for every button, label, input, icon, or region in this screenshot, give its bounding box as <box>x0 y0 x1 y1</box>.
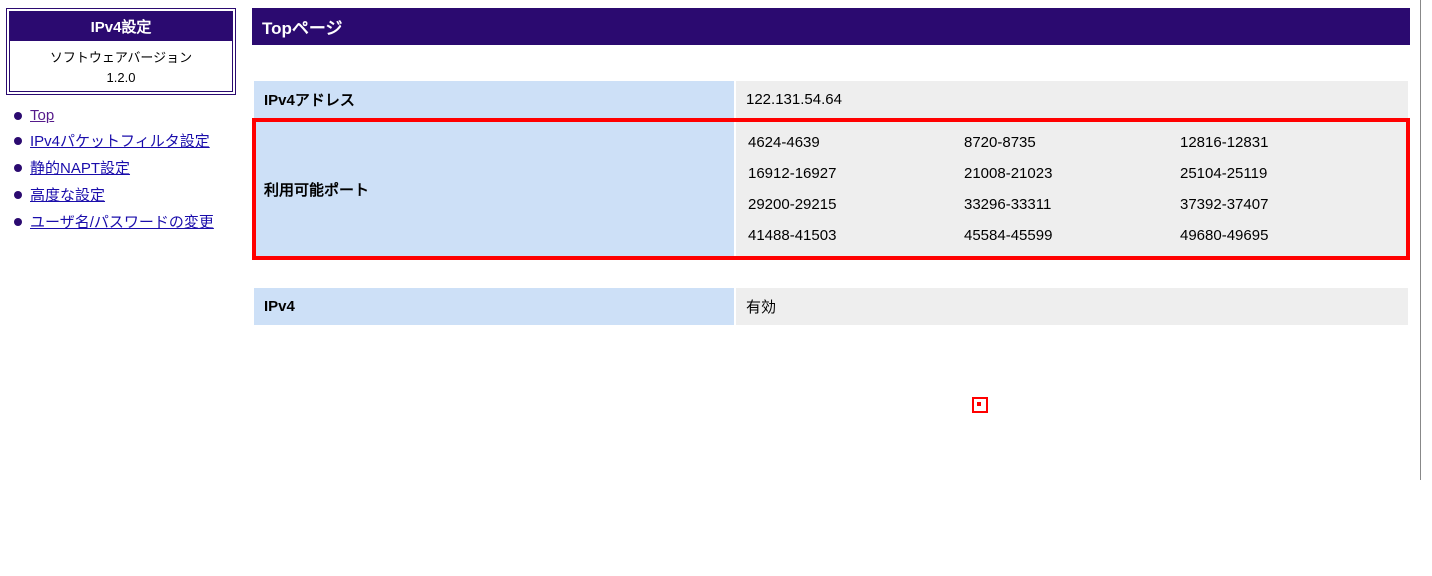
bullet-icon <box>14 191 22 199</box>
ipv4-status-label: IPv4 <box>254 288 734 325</box>
available-ports-label: 利用可能ポート <box>254 120 734 258</box>
bullet-icon <box>14 218 22 226</box>
ports-grid: 4624-4639 8720-8735 12816-12831 16912-16… <box>746 128 1398 250</box>
software-version-label: ソフトウェアバージョン <box>10 47 232 66</box>
nav-item-advanced[interactable]: 高度な設定 <box>14 184 236 205</box>
row-ipv4-status: IPv4 有効 <box>254 288 1408 325</box>
row-ipv4-address: IPv4アドレス 122.131.54.64 <box>254 81 1408 118</box>
nav-link[interactable]: 静的NAPT設定 <box>30 157 130 178</box>
nav-item-packet-filter[interactable]: IPv4パケットフィルタ設定 <box>14 130 236 151</box>
row-available-ports: 利用可能ポート 4624-4639 8720-8735 12816-12831 … <box>254 120 1408 258</box>
page-title: Topページ <box>252 8 1410 45</box>
port-range: 25104-25119 <box>1180 165 1396 182</box>
port-range: 37392-37407 <box>1180 196 1396 213</box>
ipv4-status-table: IPv4 有効 <box>252 286 1410 327</box>
nav-item-user-password[interactable]: ユーザ名/パスワードの変更 <box>14 211 236 232</box>
bullet-icon <box>14 112 22 120</box>
sidebar-title: IPv4設定 <box>10 12 232 41</box>
ipv4-address-label: IPv4アドレス <box>254 81 734 118</box>
ipv4-address-value: 122.131.54.64 <box>736 81 1408 118</box>
port-range: 4624-4639 <box>748 134 964 151</box>
port-range: 21008-21023 <box>964 165 1180 182</box>
highlight-marker-icon <box>972 397 988 413</box>
port-range: 49680-49695 <box>1180 227 1396 244</box>
ipv4-info-table: IPv4アドレス 122.131.54.64 利用可能ポート 4624-4639… <box>252 79 1410 260</box>
port-range: 41488-41503 <box>748 227 964 244</box>
available-ports-cell: 4624-4639 8720-8735 12816-12831 16912-16… <box>736 120 1408 258</box>
nav-item-static-napt[interactable]: 静的NAPT設定 <box>14 157 236 178</box>
bullet-icon <box>14 137 22 145</box>
ipv4-status-value: 有効 <box>736 288 1408 325</box>
sidebar-nav: Top IPv4パケットフィルタ設定 静的NAPT設定 高度な設定 ユーザ名/パ… <box>14 107 236 232</box>
port-range: 16912-16927 <box>748 165 964 182</box>
sidebar: IPv4設定 ソフトウェアバージョン 1.2.0 Top IPv4パケットフィル… <box>0 0 240 480</box>
port-range: 8720-8735 <box>964 134 1180 151</box>
nav-link[interactable]: ユーザ名/パスワードの変更 <box>30 211 214 232</box>
sidebar-info-box: IPv4設定 ソフトウェアバージョン 1.2.0 <box>6 8 236 95</box>
nav-link[interactable]: Top <box>30 107 54 124</box>
port-range: 33296-33311 <box>964 196 1180 213</box>
port-range: 12816-12831 <box>1180 134 1396 151</box>
main-content: Topページ IPv4アドレス 122.131.54.64 利用可能ポート 46… <box>240 0 1420 480</box>
bullet-icon <box>14 164 22 172</box>
port-range: 45584-45599 <box>964 227 1180 244</box>
nav-link[interactable]: 高度な設定 <box>30 184 105 205</box>
nav-link[interactable]: IPv4パケットフィルタ設定 <box>30 130 210 151</box>
nav-item-top[interactable]: Top <box>14 107 236 124</box>
software-version-value: 1.2.0 <box>10 70 232 85</box>
port-range: 29200-29215 <box>748 196 964 213</box>
